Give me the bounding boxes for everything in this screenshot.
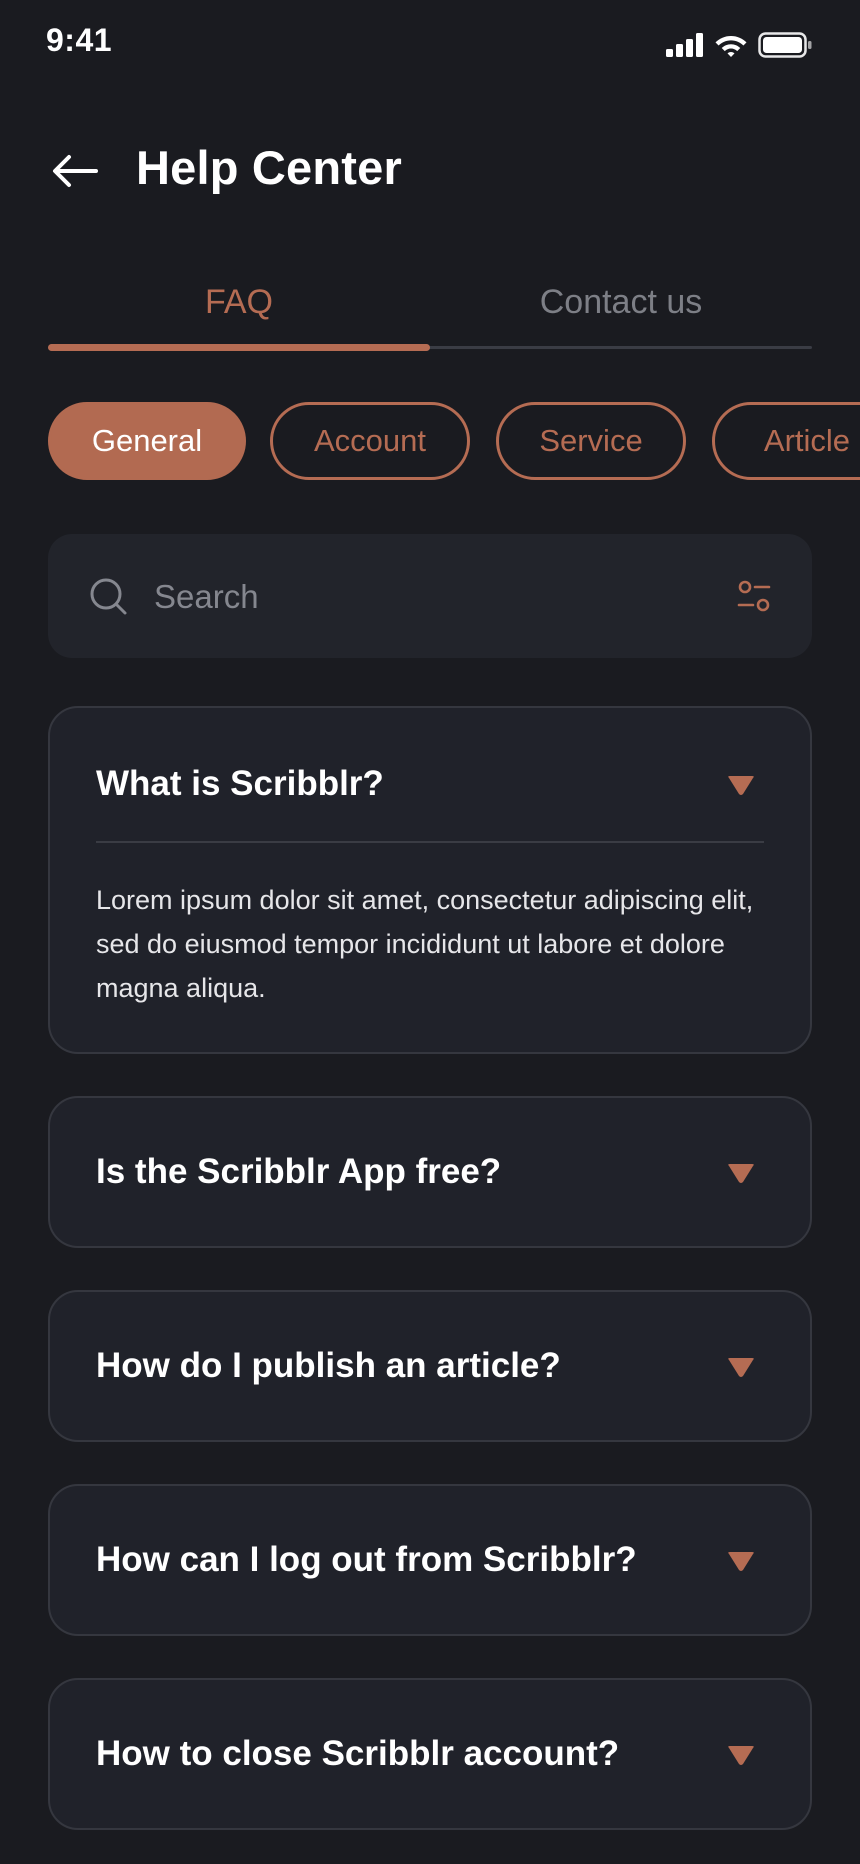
chip-service[interactable]: Service [496,402,686,480]
header: Help Center [0,130,860,210]
tab-faq[interactable]: FAQ [48,262,430,342]
faq-question[interactable]: Is the Scribblr App free? [96,1152,710,1192]
faq-divider [96,841,764,843]
search-input[interactable] [152,566,696,628]
caret-down-icon[interactable] [726,1744,756,1768]
filter-icon[interactable] [736,578,772,614]
faq-question[interactable]: How can I log out from Scribblr? [96,1540,710,1580]
faq-item: What is Scribblr? Lorem ipsum dolor sit … [48,706,812,1054]
tab-active-indicator [48,344,430,351]
faq-item: Is the Scribblr App free? [48,1096,812,1248]
cellular-signal-icon [666,33,703,57]
battery-icon [758,32,812,58]
faq-answer: Lorem ipsum dolor sit amet, consectetur … [96,885,754,1003]
status-bar: 9:41 [0,0,860,90]
caret-down-icon[interactable] [726,1162,756,1186]
chip-general[interactable]: General [48,402,246,480]
faq-item: How do I publish an article? [48,1290,812,1442]
status-time: 9:41 [46,22,113,58]
arrow-left-icon [53,155,98,187]
tab-contact-us[interactable]: Contact us [430,262,812,342]
wifi-icon [715,36,747,57]
faq-question[interactable]: How to close Scribblr account? [96,1734,710,1774]
back-button[interactable] [48,144,102,198]
search-icon [90,578,127,615]
category-chips: General Account Service Article [48,402,860,486]
faq-item: How to close Scribblr account? [48,1678,812,1830]
caret-down-icon[interactable] [726,774,756,798]
chip-article[interactable]: Article [712,402,860,480]
chip-account[interactable]: Account [270,402,470,480]
page-title: Help Center [136,141,402,194]
faq-item: How can I log out from Scribblr? [48,1484,812,1636]
faq-question[interactable]: What is Scribblr? [96,764,710,804]
tab-bar: FAQ Contact us [48,262,812,354]
status-icons [666,28,812,62]
faq-question[interactable]: How do I publish an article? [96,1346,710,1386]
caret-down-icon[interactable] [726,1356,756,1380]
caret-down-icon[interactable] [726,1550,756,1574]
search-bar [48,534,812,658]
